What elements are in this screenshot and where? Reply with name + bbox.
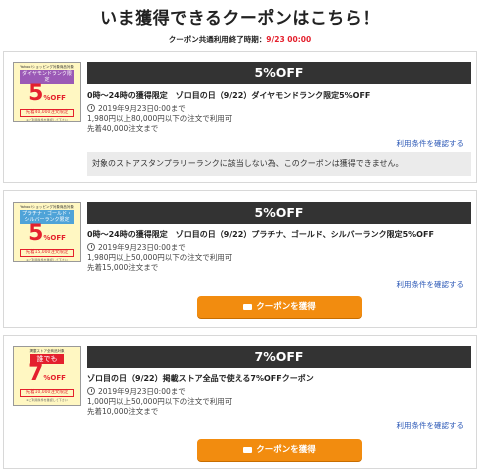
thumb-percent: 7%OFF bbox=[28, 361, 66, 386]
thumb-footnote: ※ご利用条件を確認して下さい bbox=[26, 117, 68, 122]
thumb-header: Yahoo!ショッピング対象商品対象 bbox=[20, 205, 74, 209]
coupon-name: 0時〜24時の獲得限定 ゾロ目の日（9/22）ダイヤモンドランク限定5%OFF bbox=[87, 91, 371, 100]
get-coupon-button[interactable]: クーポンを獲得 bbox=[197, 296, 362, 318]
thumb-footnote: ※ご利用条件を確認して下さい bbox=[26, 397, 68, 402]
terms-link[interactable]: 利用条件を確認する bbox=[397, 138, 465, 149]
coupon-limit: 先着10,000注文まで bbox=[87, 407, 159, 416]
coupon-condition: 1,980円以上50,000円以下の注文で利用可 bbox=[87, 253, 233, 262]
coupon-name: ゾロ目の日（9/22）掲載ストア全品で使える7%OFFクーポン bbox=[87, 374, 314, 383]
coupon-thumbnail: 掲載ストア全商品対象 誰でも 7%OFF 先着10,000注文限定 ※ご利用条件… bbox=[13, 346, 81, 406]
coupon-period: 2019年9月23日0:00まで bbox=[87, 387, 186, 397]
thumb-header: Yahoo!ショッピング対象商品対象 bbox=[20, 65, 74, 69]
thumb-header: 掲載ストア全商品対象 bbox=[29, 349, 65, 353]
clock-icon bbox=[87, 104, 95, 112]
coupon-limit: 先着40,000注文まで bbox=[87, 124, 159, 133]
discount-banner: 5%OFF bbox=[87, 202, 471, 224]
coupon-thumbnail: Yahoo!ショッピング対象商品対象 プラチナ・ゴールド・シルバーランク限定 5… bbox=[13, 202, 81, 262]
coupon-condition: 1,980円以上80,000円以下の注文で利用可 bbox=[87, 114, 233, 123]
discount-banner: 5%OFF bbox=[87, 62, 471, 84]
coupon-card: Yahoo!ショッピング対象商品対象 プラチナ・ゴールド・シルバーランク限定 5… bbox=[3, 190, 477, 328]
ticket-icon bbox=[243, 303, 253, 310]
clock-icon bbox=[87, 387, 95, 395]
thumb-percent: 5%OFF bbox=[28, 81, 66, 106]
thumb-limit: 先着40,000注文限定 bbox=[20, 109, 74, 117]
thumb-limit: 先着15,000注文限定 bbox=[20, 249, 74, 257]
discount-banner: 7%OFF bbox=[87, 346, 471, 368]
ticket-icon bbox=[243, 446, 253, 453]
thumb-footnote: ※ご利用条件を確認して下さい bbox=[26, 257, 68, 262]
get-coupon-button[interactable]: クーポンを獲得 bbox=[197, 439, 362, 461]
ineligible-notice: 対象のストアスタンプラリーランクに該当しない為、このクーポンは獲得できません。 bbox=[87, 152, 471, 176]
terms-link[interactable]: 利用条件を確認する bbox=[397, 420, 465, 431]
coupon-card: 掲載ストア全商品対象 誰でも 7%OFF 先着10,000注文限定 ※ご利用条件… bbox=[3, 335, 477, 469]
terms-link[interactable]: 利用条件を確認する bbox=[397, 279, 465, 290]
page-title: いま獲得できるクーポンはこちら！ bbox=[100, 9, 380, 29]
coupon-period: 2019年9月23日0:00まで bbox=[87, 243, 186, 253]
clock-icon bbox=[87, 243, 95, 251]
coupon-card: Yahoo!ショッピング対象商品対象 ダイヤモンドランク限定 5%OFF 先着4… bbox=[3, 51, 477, 183]
coupon-period: 2019年9月23日0:00まで bbox=[87, 104, 186, 114]
thumb-limit: 先着10,000注文限定 bbox=[20, 389, 74, 397]
coupon-thumbnail: Yahoo!ショッピング対象商品対象 ダイヤモンドランク限定 5%OFF 先着4… bbox=[13, 62, 81, 122]
coupon-condition: 1,000円以上50,000円以下の注文で利用可 bbox=[87, 397, 233, 406]
deadline-text: クーポン共通利用終了時期：9/23 00:00 bbox=[0, 34, 480, 45]
deadline-value: 9/23 00:00 bbox=[266, 35, 312, 44]
thumb-percent: 5%OFF bbox=[28, 221, 66, 246]
coupon-limit: 先着15,000注文まで bbox=[87, 263, 159, 272]
coupon-name: 0時〜24時の獲得限定 ゾロ目の日（9/22）プラチナ、ゴールド、シルバーランク… bbox=[87, 230, 434, 239]
deadline-label: クーポン共通利用終了時期： bbox=[168, 35, 267, 44]
